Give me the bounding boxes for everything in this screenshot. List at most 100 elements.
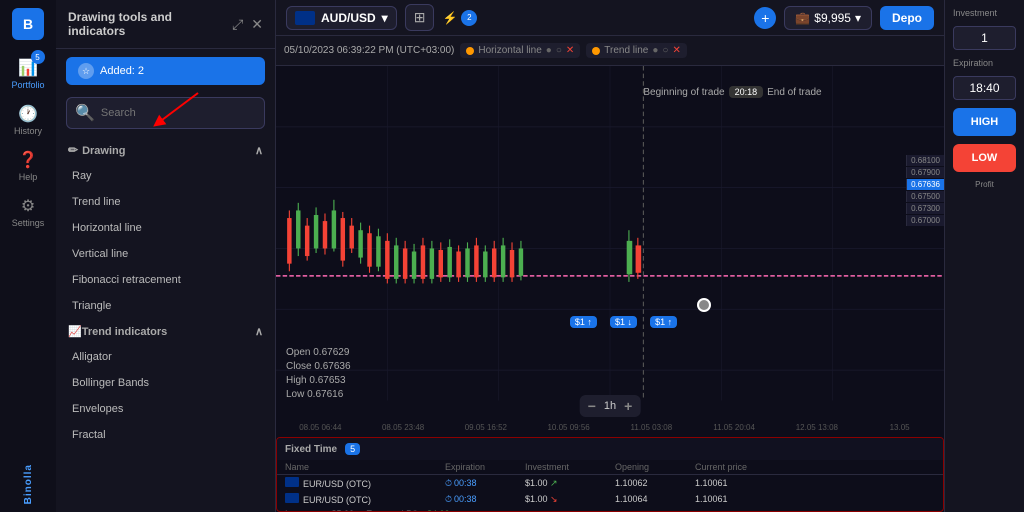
algo-indicator: ⚡ 2 [442, 10, 477, 26]
trend-indicators-label: Trend indicators [82, 326, 168, 338]
s1-badge-1[interactable]: $1 ↑ [570, 316, 597, 328]
horizontal-line-indicator[interactable]: Horizontal line ● ○ ✕ [460, 43, 580, 58]
pencil-icon: ✏ [68, 143, 78, 157]
tool-triangle[interactable]: Triangle [56, 293, 275, 319]
row1-investment: $1.00 ↗ [525, 478, 615, 489]
time-minus-button[interactable]: − [588, 398, 596, 414]
sidebar-item-settings[interactable]: ⚙ Settings [0, 190, 56, 234]
chart-svg [276, 66, 944, 401]
tool-vertical-line[interactable]: Vertical line [56, 241, 275, 267]
search-icon: 🔍 [75, 103, 95, 123]
high-button[interactable]: HIGH [953, 108, 1016, 136]
positions-count-badge: 5 [345, 443, 360, 455]
sidebar-item-help[interactable]: ❓ Help [0, 144, 56, 188]
row1-expiry: ⏱00:38 [445, 478, 525, 489]
chart-toolbar: 05/10/2023 06:39:22 PM (UTC+03:00) Horiz… [276, 36, 944, 66]
fixed-time-tab[interactable]: Fixed Time [285, 444, 337, 455]
s1-badge-3[interactable]: $1 ↑ [650, 316, 677, 328]
added-label: Added: 2 [100, 65, 144, 77]
sidebar-item-history[interactable]: 🕐 History [0, 98, 56, 142]
left-sidebar: B 📊 Portfolio 5 🕐 History ❓ Help ⚙ Setti… [0, 0, 56, 512]
price-info: Open 0.67629 Close 0.67636 High 0.67653 … [286, 346, 351, 402]
algo-icon: ⚡ [442, 11, 457, 25]
wallet-icon: 💼 [795, 11, 810, 25]
s1-badge-2[interactable]: $1 ↓ [610, 316, 637, 328]
row2-investment: $1.00 ↘ [525, 494, 615, 505]
drawing-category-label: Drawing [82, 145, 125, 157]
right-panel: Investment Expiration 18:40 HIGH LOW Pro… [944, 0, 1024, 512]
drawing-category-header[interactable]: ✏Drawing ∧ [56, 137, 275, 163]
trade-circle-marker [697, 298, 711, 312]
trend-line-label: Trend line [604, 45, 648, 56]
t-line-edit-icon: ● [652, 45, 658, 56]
tool-fractal[interactable]: Fractal [56, 422, 275, 448]
timeline-label-3: 10.05 09:56 [528, 423, 609, 432]
search-box[interactable]: 🔍 [66, 97, 265, 129]
time-plus-button[interactable]: + [624, 398, 632, 414]
positions-footer: Investment $5.00 Expected P/L +$4.02 [277, 507, 943, 512]
row2-expiry: ⏱00:38 [445, 494, 525, 505]
h-line-edit-icon: ● [546, 45, 552, 56]
balance-button[interactable]: 💼 $9,995 ▾ [784, 6, 872, 30]
price-level-5: 0.67300 [906, 203, 944, 214]
expiration-label: Expiration [953, 58, 1016, 68]
search-input[interactable] [101, 107, 256, 119]
trend-indicators-header[interactable]: 📈Trend indicators ∧ [56, 319, 275, 344]
sidebar-item-help-label: Help [19, 172, 38, 182]
sidebar-nav: 📊 Portfolio 5 🕐 History ❓ Help ⚙ Setting… [0, 52, 56, 234]
help-icon: ❓ [18, 150, 38, 170]
panel-title: Drawing tools and indicators [68, 10, 232, 38]
added-badge[interactable]: ☆ Added: 2 [66, 57, 265, 85]
close-icon[interactable]: ✕ [251, 16, 263, 33]
tool-fibonacci[interactable]: Fibonacci retracement [56, 267, 275, 293]
tools-list: ✏ Drawing ∧ Ray Trend line Horizontal lin… [56, 137, 275, 512]
price-low: Low 0.67616 [286, 388, 351, 402]
chart-container[interactable]: Beginning of trade 20:18 End of trade Op… [276, 66, 944, 512]
algo-badge: 2 [461, 10, 477, 26]
tool-envelopes[interactable]: Envelopes [56, 396, 275, 422]
tool-alligator[interactable]: Alligator [56, 344, 275, 370]
low-button[interactable]: LOW [953, 144, 1016, 172]
expiration-value: 18:40 [953, 76, 1016, 100]
investment-input[interactable] [953, 26, 1016, 50]
timeline-label-0: 08.05 06:44 [280, 423, 361, 432]
row2-opening: 1.10064 [615, 494, 695, 504]
pair-dropdown-icon: ▾ [382, 11, 388, 25]
positions-columns: Name Expiration Investment Opening Curre… [277, 460, 943, 475]
price-level-4: 0.67500 [906, 191, 944, 202]
deposit-button[interactable]: Depo [880, 6, 934, 30]
balance-dropdown-icon: ▾ [855, 11, 861, 25]
trend-collapse-icon: ∧ [255, 325, 263, 338]
timeline-label-2: 09.05 16:52 [446, 423, 527, 432]
tool-ray[interactable]: Ray [56, 163, 275, 189]
tool-trend-line[interactable]: Trend line [56, 189, 275, 215]
aud-flag [295, 11, 315, 25]
price-level-1: 0.68100 [906, 155, 944, 166]
portfolio-badge: 5 [31, 50, 45, 64]
price-open: Open 0.67629 [286, 346, 351, 360]
brand-logo: B [12, 8, 44, 40]
trade-time-marker: 20:18 [729, 86, 764, 98]
pair-selector[interactable]: AUD/USD ▾ [286, 6, 397, 30]
tool-bollinger-bands[interactable]: Bollinger Bands [56, 370, 275, 396]
price-levels: 0.68100 0.67900 0.67636 0.67500 0.67300 … [906, 155, 944, 226]
history-icon: 🕐 [18, 104, 38, 124]
h-line-eye-icon: ○ [556, 45, 562, 56]
sidebar-item-portfolio-label: Portfolio [11, 80, 44, 90]
expand-icon[interactable]: ⤢ [232, 16, 243, 33]
trend-line-indicator[interactable]: Trend line ● ○ ✕ [586, 43, 687, 58]
col-investment: Investment [525, 462, 615, 472]
col-name: Name [285, 462, 445, 472]
chart-timestamp: 05/10/2023 06:39:22 PM (UTC+03:00) [284, 45, 454, 56]
timeline-label-7: 13.05 [859, 423, 940, 432]
add-button[interactable]: + [754, 7, 776, 29]
positions-table: Fixed Time 5 Name Expiration Investment … [276, 437, 944, 512]
indicators-button[interactable]: ⊞ [405, 4, 435, 31]
sidebar-item-history-label: History [14, 126, 42, 136]
positions-header: Fixed Time 5 [277, 438, 943, 460]
trade-annotation: Beginning of trade 20:18 End of trade [643, 86, 821, 98]
row2-current: 1.10061 [695, 494, 775, 504]
beginning-label: Beginning of trade [643, 87, 724, 98]
tool-horizontal-line[interactable]: Horizontal line [56, 215, 275, 241]
panel-header-icons: ⤢ ✕ [232, 16, 263, 33]
